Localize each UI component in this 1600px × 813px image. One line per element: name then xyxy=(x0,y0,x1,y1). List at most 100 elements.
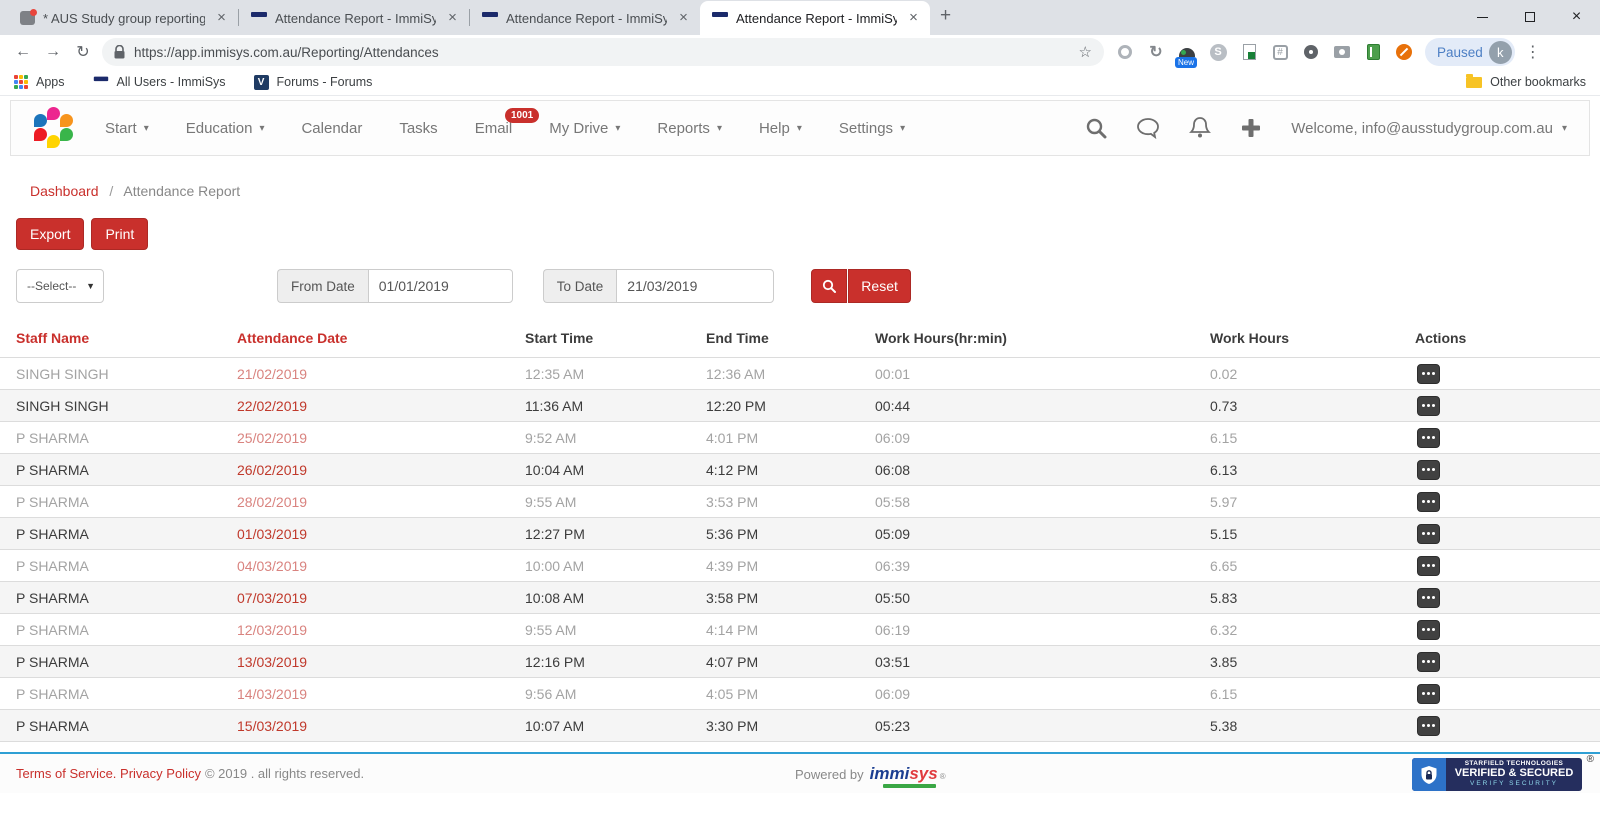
row-actions-button[interactable] xyxy=(1417,684,1440,704)
extension-circle-icon[interactable] xyxy=(1116,43,1134,61)
reset-button[interactable]: Reset xyxy=(848,269,911,303)
verified-secured-badge[interactable]: STARFIELD TECHNOLOGIES VERIFIED & SECURE… xyxy=(1412,758,1582,791)
sync-paused-profile[interactable]: Paused k xyxy=(1425,38,1515,66)
new-tab-button[interactable]: + xyxy=(940,5,951,27)
row-actions-button[interactable] xyxy=(1417,396,1440,416)
attendance-date-link[interactable]: 28/02/2019 xyxy=(237,486,525,518)
nav-item-email[interactable]: Email1001 xyxy=(475,120,513,137)
attendance-date-link[interactable]: 13/03/2019 xyxy=(237,646,525,678)
tab-close-icon[interactable]: × xyxy=(905,10,922,27)
extension-pencil-icon[interactable] xyxy=(1395,43,1413,61)
attendance-date-link[interactable]: 01/03/2019 xyxy=(237,518,525,550)
header-staff-name[interactable]: Staff Name xyxy=(0,326,237,358)
nav-item-my-drive[interactable]: My Drive▾ xyxy=(549,120,620,137)
chat-icon[interactable] xyxy=(1136,117,1160,139)
nav-item-tasks[interactable]: Tasks xyxy=(399,120,437,137)
export-button[interactable]: Export xyxy=(16,218,84,250)
nav-item-calendar[interactable]: Calendar xyxy=(301,120,362,137)
extension-notebook-icon[interactable] xyxy=(1364,43,1382,61)
attendance-date-link[interactable]: 12/03/2019 xyxy=(237,614,525,646)
close-icon: × xyxy=(1572,9,1581,25)
attendance-date-link[interactable]: 22/02/2019 xyxy=(237,390,525,422)
extension-document-icon[interactable] xyxy=(1240,43,1258,61)
extension-recycle-icon[interactable]: ↻ xyxy=(1147,43,1165,61)
table-header-row: Staff Name Attendance Date Start Time En… xyxy=(0,326,1600,358)
row-actions-button[interactable] xyxy=(1417,428,1440,448)
nav-item-settings[interactable]: Settings▾ xyxy=(839,120,905,137)
extension-grid-icon[interactable]: # xyxy=(1271,43,1289,61)
attendance-date-link[interactable]: 25/02/2019 xyxy=(237,422,525,454)
window-close-button[interactable]: × xyxy=(1553,0,1600,34)
aus-study-group-logo[interactable] xyxy=(33,107,75,149)
row-actions-button[interactable] xyxy=(1417,524,1440,544)
row-actions-button[interactable] xyxy=(1417,492,1440,512)
tab-close-icon[interactable]: × xyxy=(675,10,692,27)
attendance-date-link[interactable]: 04/03/2019 xyxy=(237,550,525,582)
table-row: P SHARMA 28/02/2019 9:55 AM 3:53 PM 05:5… xyxy=(0,486,1600,518)
attendance-date-link[interactable]: 14/03/2019 xyxy=(237,678,525,710)
table-row: P SHARMA 25/02/2019 9:52 AM 4:01 PM 06:0… xyxy=(0,422,1600,454)
breadcrumb-dashboard-link[interactable]: Dashboard xyxy=(30,183,99,199)
search-icon[interactable] xyxy=(1085,117,1107,139)
end-time-cell: 12:20 PM xyxy=(706,390,875,422)
extension-gear-icon[interactable] xyxy=(1302,43,1320,61)
print-button[interactable]: Print xyxy=(91,218,148,250)
header-attendance-date[interactable]: Attendance Date xyxy=(237,326,525,358)
privacy-policy-link[interactable]: Privacy Policy xyxy=(120,766,201,781)
table-row: P SHARMA 01/03/2019 12:27 PM 5:36 PM 05:… xyxy=(0,518,1600,550)
extension-speedtest-icon[interactable]: New xyxy=(1178,43,1196,61)
browser-tab-1[interactable]: * AUS Study group reporting tha × xyxy=(8,1,238,35)
back-button[interactable]: ← xyxy=(8,43,38,61)
window-minimize-button[interactable] xyxy=(1459,0,1506,34)
bookmark-apps[interactable]: Apps xyxy=(14,75,65,89)
tab-close-icon[interactable]: × xyxy=(444,10,461,27)
browser-tab-2[interactable]: Attendance Report - ImmiSys × xyxy=(239,1,469,35)
row-actions-button[interactable] xyxy=(1417,556,1440,576)
row-actions-button[interactable] xyxy=(1417,460,1440,480)
attendance-table-body: SINGH SINGH 21/02/2019 12:35 AM 12:36 AM… xyxy=(0,358,1600,742)
nav-right-tools: Welcome, info@ausstudygroup.com.au ▾ xyxy=(1085,116,1567,140)
header-work-hours: Work Hours xyxy=(1210,326,1415,358)
attendance-date-link[interactable]: 26/02/2019 xyxy=(237,454,525,486)
row-actions-button[interactable] xyxy=(1417,588,1440,608)
nav-item-start[interactable]: Start▾ xyxy=(105,120,149,137)
row-actions-button[interactable] xyxy=(1417,716,1440,736)
bookmark-star-icon[interactable]: ☆ xyxy=(1079,43,1092,61)
row-actions-button[interactable] xyxy=(1417,652,1440,672)
nav-item-education[interactable]: Education▾ xyxy=(186,120,265,137)
start-time-cell: 11:36 AM xyxy=(525,390,706,422)
search-button[interactable] xyxy=(811,269,847,303)
welcome-account-menu[interactable]: Welcome, info@ausstudygroup.com.au ▾ xyxy=(1291,120,1567,137)
extension-camera-icon[interactable] xyxy=(1333,43,1351,61)
nav-item-reports[interactable]: Reports▾ xyxy=(657,120,722,137)
window-maximize-button[interactable] xyxy=(1506,0,1553,34)
browser-tab-3[interactable]: Attendance Report - ImmiSys × xyxy=(470,1,700,35)
nav-item-help[interactable]: Help▾ xyxy=(759,120,802,137)
maximize-icon xyxy=(1525,12,1535,22)
bookmark-forums[interactable]: V Forums - Forums xyxy=(254,75,373,90)
staff-name-cell: SINGH SINGH xyxy=(0,390,237,422)
attendance-date-link[interactable]: 07/03/2019 xyxy=(237,582,525,614)
to-date-input[interactable] xyxy=(616,269,774,303)
reload-button[interactable]: ↻ xyxy=(68,42,98,62)
browser-menu-button[interactable]: ⋮ xyxy=(1525,42,1541,62)
bookmark-all-users[interactable]: All Users - ImmiSys xyxy=(93,75,226,90)
row-actions-button[interactable] xyxy=(1417,620,1440,640)
forward-button[interactable]: → xyxy=(38,43,68,61)
tab-close-icon[interactable]: × xyxy=(213,10,230,27)
attendance-date-link[interactable]: 15/03/2019 xyxy=(237,710,525,742)
staff-select[interactable]: --Select-- ▼ xyxy=(16,269,104,303)
from-date-input[interactable] xyxy=(368,269,513,303)
plus-icon[interactable] xyxy=(1240,117,1262,139)
browser-tab-4-active[interactable]: Attendance Report - ImmiSys × xyxy=(700,1,930,35)
address-bar[interactable]: https://app.immisys.com.au/Reporting/Att… xyxy=(102,38,1104,66)
other-bookmarks-button[interactable]: Other bookmarks xyxy=(1466,75,1586,89)
extension-skype-icon[interactable]: S xyxy=(1209,43,1227,61)
bell-icon[interactable] xyxy=(1189,116,1211,140)
start-time-cell: 12:16 PM xyxy=(525,646,706,678)
row-actions-button[interactable] xyxy=(1417,364,1440,384)
attendance-date-link[interactable]: 21/02/2019 xyxy=(237,358,525,390)
header-actions: Actions xyxy=(1415,326,1600,358)
terms-of-service-link[interactable]: Terms of Service. xyxy=(16,766,116,781)
end-time-cell: 4:12 PM xyxy=(706,454,875,486)
